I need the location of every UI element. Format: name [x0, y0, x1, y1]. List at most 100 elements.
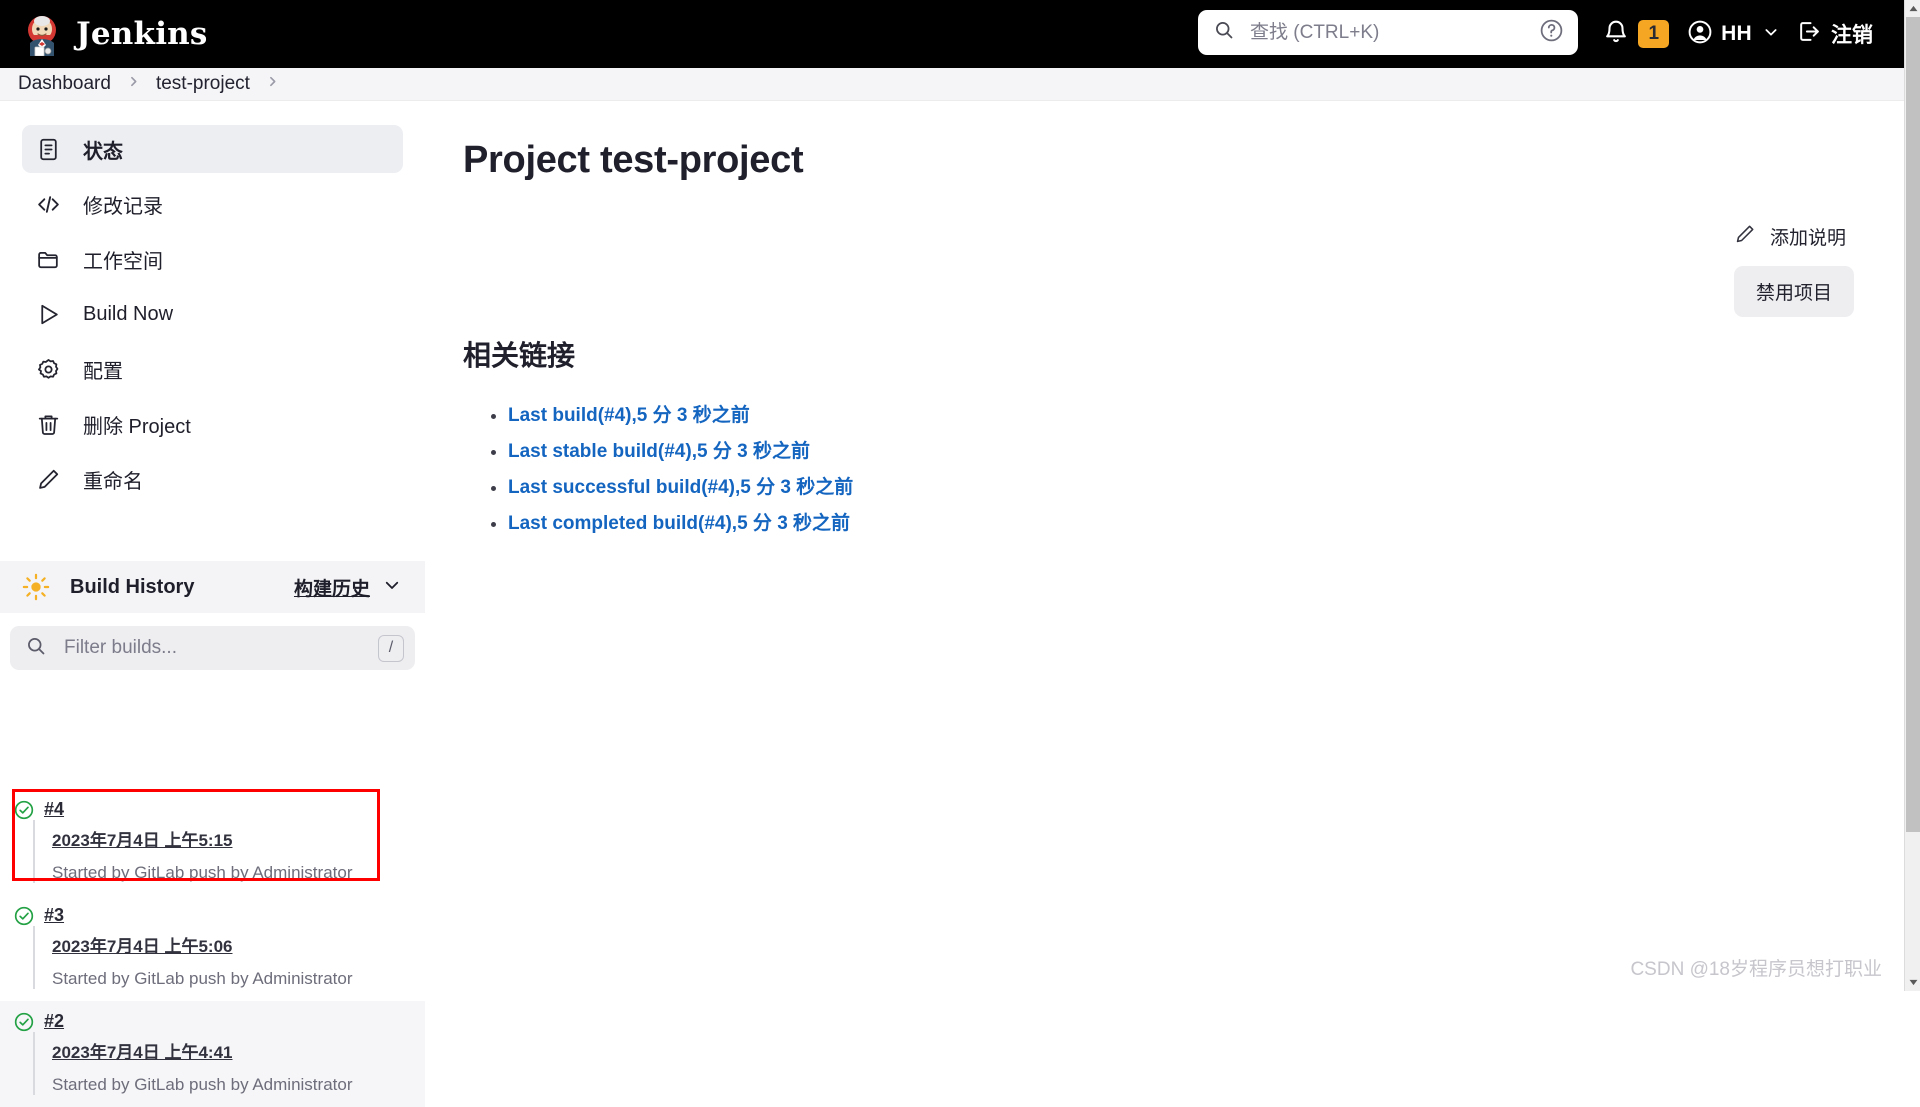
sidebar-item-label: 工作空间 [83, 245, 163, 274]
user-circle-icon [1687, 19, 1713, 50]
build-history-link-label: 构建历史 [294, 574, 370, 601]
sidebar-item-build-now[interactable]: Build Now [22, 290, 403, 338]
jenkins-home-link[interactable]: Jenkins [22, 12, 208, 56]
filter-shortcut-key: / [378, 635, 404, 662]
global-search-box[interactable] [1198, 10, 1578, 55]
sidebar-item-workspace[interactable]: 工作空间 [22, 235, 403, 283]
top-navigation-bar: Jenkins 1 [0, 0, 1904, 68]
notification-count-badge: 1 [1638, 20, 1669, 48]
build-item-header: #4 [14, 799, 425, 820]
last-completed-build-link[interactable]: Last completed build(#4),5 分 3 秒之前 [508, 513, 850, 534]
search-icon [26, 636, 46, 661]
check-circle-success-icon [14, 800, 34, 820]
breadcrumb: Dashboard test-project [0, 68, 1904, 101]
filter-builds-input[interactable] [62, 636, 378, 660]
build-timestamp-link[interactable]: 2023年7月4日 上午4:41 [52, 1038, 425, 1063]
build-timestamp-link[interactable]: 2023年7月4日 上午5:06 [52, 932, 425, 957]
trash-icon [36, 412, 61, 437]
sidebar-item-label: 重命名 [83, 465, 143, 494]
build-history-link[interactable]: 构建历史 [294, 574, 401, 601]
scrollbar-up-arrow[interactable] [1905, 0, 1920, 17]
build-item-body: 2023年7月4日 上午4:41 Started by GitLab push … [33, 1032, 425, 1095]
build-list-item[interactable]: #4 2023年7月4日 上午5:15 Started by GitLab pu… [0, 789, 425, 895]
page-title: Project test-project [463, 139, 1904, 182]
sidebar-menu: 状态 修改记录 工作空间 [0, 101, 425, 503]
build-history-header: Build History 构建历史 [0, 561, 425, 613]
build-timestamp-link[interactable]: 2023年7月4日 上午5:15 [52, 826, 425, 851]
check-circle-success-icon [14, 906, 34, 926]
chevron-right-icon [250, 75, 295, 93]
document-status-icon [36, 137, 61, 162]
chevron-down-icon [1752, 24, 1779, 45]
related-links-title: 相关链接 [463, 334, 1904, 374]
build-number-link[interactable]: #3 [44, 905, 64, 926]
sidebar-item-label: Build Now [83, 303, 173, 326]
build-number-link[interactable]: #4 [44, 799, 64, 820]
chevron-down-icon [383, 576, 401, 599]
folder-icon [36, 247, 61, 272]
last-stable-build-link[interactable]: Last stable build(#4),5 分 3 秒之前 [508, 441, 810, 462]
last-successful-build-link[interactable]: Last successful build(#4),5 分 3 秒之前 [508, 477, 853, 498]
build-history-title: Build History [70, 576, 194, 599]
page-scrollbar[interactable] [1904, 0, 1920, 991]
code-brackets-icon [36, 192, 61, 217]
logout-label: 注销 [1831, 19, 1873, 49]
play-triangle-icon [36, 302, 61, 327]
filter-builds-box[interactable]: / [10, 626, 415, 670]
project-actions: 添加说明 禁用项目 [1726, 219, 1854, 317]
top-bar-right-actions: 1 HH [1594, 0, 1882, 68]
sidebar-item-rename[interactable]: 重命名 [22, 455, 403, 503]
list-item: Last stable build(#4),5 分 3 秒之前 [508, 436, 1904, 463]
bell-icon [1603, 19, 1629, 50]
sidebar-item-changes[interactable]: 修改记录 [22, 180, 403, 228]
scrollbar-down-arrow[interactable] [1905, 974, 1920, 991]
last-build-link[interactable]: Last build(#4),5 分 3 秒之前 [508, 405, 750, 426]
sidebar-item-delete-project[interactable]: 删除 Project [22, 400, 403, 448]
pencil-icon [36, 467, 61, 492]
build-item-header: #2 [14, 1011, 425, 1032]
list-item: Last completed build(#4),5 分 3 秒之前 [508, 508, 1904, 535]
notifications-button[interactable]: 1 [1594, 0, 1678, 68]
weather-sun-icon [22, 573, 50, 601]
disable-project-button[interactable]: 禁用项目 [1734, 266, 1854, 317]
check-circle-success-icon [14, 1012, 34, 1032]
related-links-list: Last build(#4),5 分 3 秒之前 Last stable bui… [463, 400, 1904, 535]
add-description-button[interactable]: 添加说明 [1726, 219, 1854, 254]
list-item: Last successful build(#4),5 分 3 秒之前 [508, 472, 1904, 499]
logout-button[interactable]: 注销 [1788, 0, 1882, 68]
scrollbar-thumb[interactable] [1906, 17, 1920, 832]
jenkins-butler-logo-icon [22, 12, 62, 56]
search-input[interactable] [1248, 21, 1539, 45]
gear-icon [36, 357, 61, 382]
search-icon [1214, 20, 1234, 45]
build-list-item[interactable]: #3 2023年7月4日 上午5:06 Started by GitLab pu… [0, 895, 425, 1001]
sidebar-item-configure[interactable]: 配置 [22, 345, 403, 393]
sidebar-item-label: 配置 [83, 355, 123, 384]
main-content: Project test-project 添加说明 禁用项目 相关链接 Last… [425, 101, 1904, 991]
build-item-body: 2023年7月4日 上午5:15 Started by GitLab push … [33, 820, 425, 883]
build-item-body: 2023年7月4日 上午5:06 Started by GitLab push … [33, 926, 425, 989]
build-list-item[interactable]: #2 2023年7月4日 上午4:41 Started by GitLab pu… [0, 1001, 425, 1107]
sidebar-item-status[interactable]: 状态 [22, 125, 403, 173]
breadcrumb-item-test-project[interactable]: test-project [156, 73, 250, 95]
pencil-icon [1734, 223, 1756, 250]
breadcrumb-item-dashboard[interactable]: Dashboard [18, 73, 111, 95]
build-cause-text: Started by GitLab push by Administrator [52, 969, 425, 989]
build-item-header: #3 [14, 905, 425, 926]
sidebar-item-label: 状态 [83, 135, 123, 164]
build-cause-text: Started by GitLab push by Administrator [52, 1075, 425, 1095]
user-menu-button[interactable]: HH [1678, 0, 1788, 68]
logout-icon [1797, 19, 1822, 49]
add-description-label: 添加说明 [1770, 223, 1846, 250]
sidebar: 状态 修改记录 工作空间 [0, 101, 425, 991]
list-item: Last build(#4),5 分 3 秒之前 [508, 400, 1904, 427]
build-history-list: #4 2023年7月4日 上午5:15 Started by GitLab pu… [0, 789, 425, 1107]
sidebar-item-label: 修改记录 [83, 190, 163, 219]
brand-title: Jenkins [76, 16, 208, 52]
user-name-label: HH [1721, 22, 1752, 46]
sidebar-item-label: 删除 Project [83, 410, 191, 439]
build-cause-text: Started by GitLab push by Administrator [52, 863, 425, 883]
help-circle-icon[interactable] [1539, 18, 1564, 48]
chevron-right-icon [111, 75, 156, 93]
build-number-link[interactable]: #2 [44, 1011, 64, 1032]
